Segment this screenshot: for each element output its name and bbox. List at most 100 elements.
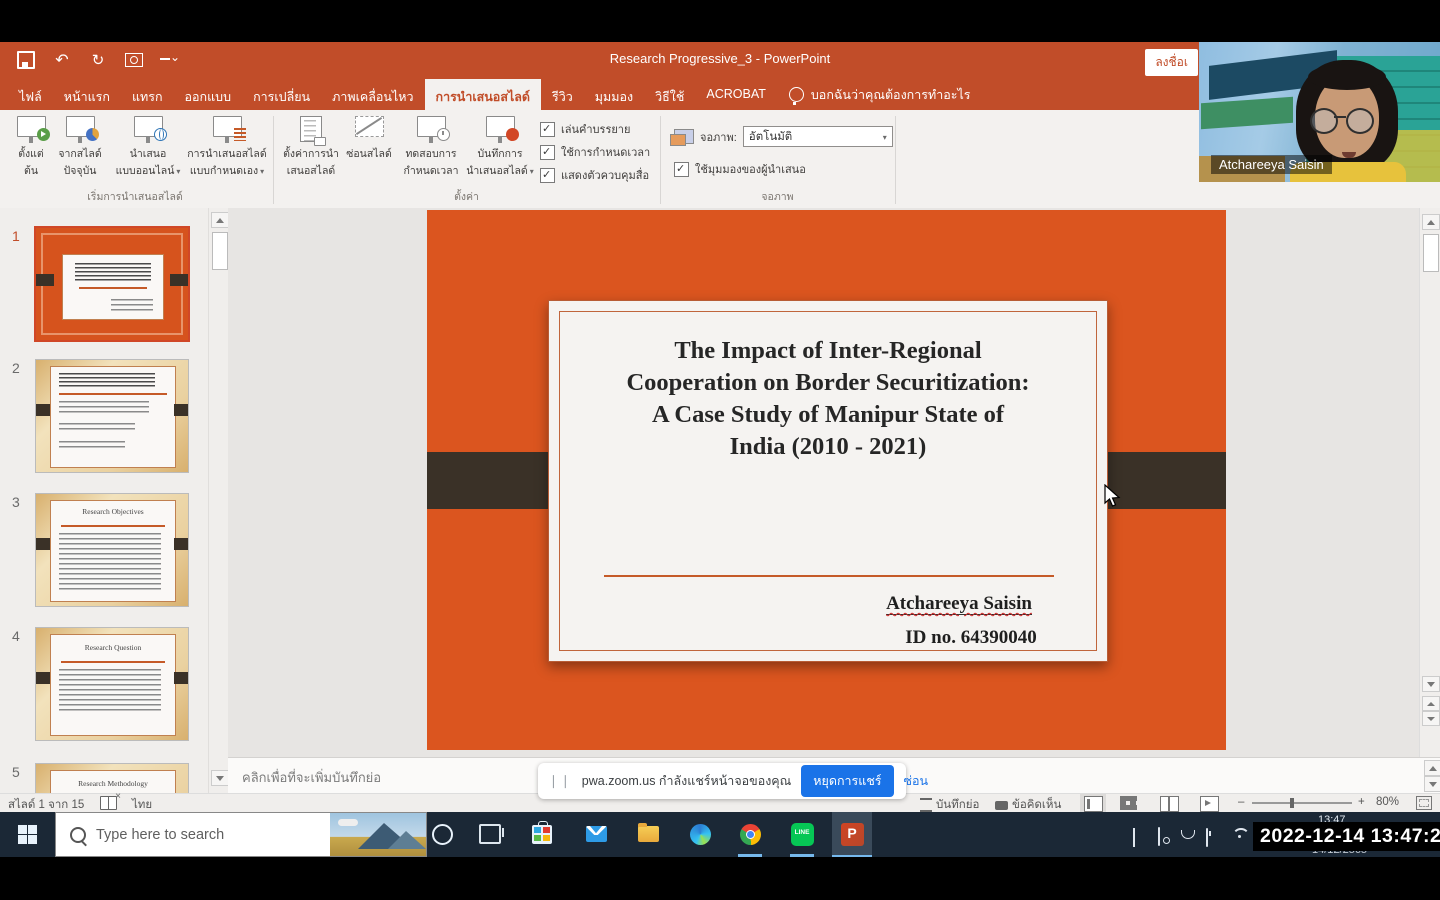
reading-view-button[interactable]	[1160, 796, 1179, 812]
tab-insert[interactable]: แทรก	[121, 79, 174, 110]
line-app-icon[interactable]	[788, 820, 816, 848]
presenter-view-checkbox[interactable]: ใช้มุมมองของผู้นำเสนอ	[674, 160, 806, 178]
hide-slide-button[interactable]: ซ่อนสไลด์	[344, 116, 394, 161]
microsoft-store-icon[interactable]	[528, 820, 556, 848]
custom-show-list-icon	[213, 116, 242, 137]
checkbox-checked-icon	[540, 122, 555, 137]
slide-thumbnail-3[interactable]: Research Objectives	[36, 494, 188, 606]
notes-placeholder[interactable]: คลิกเพื่อที่จะเพิ่มบันทึกย่อ	[242, 767, 381, 788]
group-label-setup: ตั้งค่า	[273, 188, 660, 205]
tab-animations[interactable]: ภาพเคลื่อนไหว	[321, 79, 424, 110]
slide-sorter-view-button[interactable]	[1120, 796, 1137, 810]
zoom-slider[interactable]	[1252, 802, 1352, 804]
chrome-icon[interactable]	[736, 820, 764, 848]
show-media-controls-checkbox[interactable]: แสดงตัวควบคุมสื่อ	[540, 166, 649, 184]
scroll-up-arrow[interactable]	[1422, 214, 1440, 230]
present-online-button[interactable]: นำเสนอ แบบออนไลน์	[112, 116, 184, 178]
zoom-in-button[interactable]	[1358, 796, 1365, 808]
tab-file[interactable]: ไฟล์	[8, 79, 53, 110]
sign-in-button[interactable]: ลงชื่อเ	[1145, 49, 1198, 76]
start-button[interactable]	[18, 825, 37, 844]
webcam-video-overlay[interactable]: Atchareeya Saisin	[1199, 42, 1440, 182]
from-current-slide-button[interactable]: จากสไลด์ ปัจจุบัน	[54, 116, 106, 177]
battery-icon[interactable]	[1206, 829, 1208, 847]
tab-transitions[interactable]: การเปลี่ยน	[242, 79, 321, 110]
scroll-down-arrow[interactable]	[211, 770, 229, 786]
slide-thumbnail-panel: 1 2 3 Research Objecti	[0, 208, 229, 793]
task-view-button[interactable]	[476, 820, 504, 848]
scrollbar-thumb[interactable]	[1423, 234, 1439, 272]
hide-slide-icon	[355, 116, 384, 137]
monitor-row: จอภาพ: อัตโนมัติ	[674, 126, 893, 147]
rehearse-timings-button[interactable]: ทดสอบการ กำหนดเวลา	[400, 116, 462, 177]
proofing-icon[interactable]	[100, 796, 117, 810]
scroll-up-arrow[interactable]	[1424, 760, 1440, 776]
editor-scrollbar[interactable]: ^	[1419, 208, 1440, 757]
zoom-out-button[interactable]	[1238, 796, 1244, 808]
slideshow-play-icon	[17, 116, 46, 137]
tray-expand-chevron-icon[interactable]	[1133, 830, 1135, 848]
slide-thumbnail-1[interactable]	[36, 228, 188, 340]
scroll-up-arrow[interactable]	[211, 212, 229, 228]
hide-share-bar-link[interactable]: ซ่อน	[904, 771, 929, 791]
powerpoint-icon[interactable]	[838, 820, 866, 848]
fit-slide-to-window-button[interactable]	[1416, 796, 1432, 810]
monitor-label: จอภาพ:	[700, 128, 737, 146]
monitor-dropdown[interactable]: อัตโนมัติ	[743, 126, 893, 147]
thumbnail-number: 4	[12, 628, 20, 644]
tab-home[interactable]: หน้าแรก	[53, 79, 121, 110]
tab-slideshow-active[interactable]: การนำเสนอสไลด์	[425, 79, 542, 110]
file-explorer-icon[interactable]	[634, 820, 662, 848]
present-online-globe-icon	[134, 116, 163, 137]
scroll-down-arrow[interactable]	[1424, 776, 1440, 792]
scroll-down-arrow[interactable]	[1422, 676, 1440, 692]
cortana-button[interactable]	[428, 820, 456, 848]
mouse-cursor	[1103, 484, 1123, 513]
play-narrations-checkbox[interactable]: เล่นคำบรรยาย	[540, 120, 630, 138]
use-timings-checkbox[interactable]: ใช้การกำหนดเวลา	[540, 143, 650, 161]
slide-canvas[interactable]: The Impact of Inter-Regional Cooperation…	[427, 210, 1226, 750]
thumbnail-number: 5	[12, 764, 20, 780]
tab-acrobat[interactable]: ACROBAT	[695, 79, 777, 110]
tell-me-box[interactable]: บอกฉันว่าคุณต้องการทำอะไร	[777, 79, 983, 110]
stop-sharing-button[interactable]: หยุดการแชร์	[801, 765, 893, 797]
edge-icon[interactable]	[686, 820, 714, 848]
thumbnail-number: 3	[12, 494, 20, 510]
taskbar-search-input[interactable]: Type here to search	[55, 812, 427, 857]
slide-content-box[interactable]: The Impact of Inter-Regional Cooperation…	[548, 300, 1108, 662]
decorative-bar	[170, 274, 188, 286]
setup-slideshow-button[interactable]: ตั้งค่าการนำ เสนอสไลด์	[280, 116, 342, 177]
slideshow-view-button[interactable]	[1200, 796, 1219, 812]
previous-slide-button[interactable]	[1422, 696, 1440, 711]
cast-screen-icon[interactable]	[1158, 828, 1160, 846]
comment-icon	[995, 801, 1008, 810]
normal-view-button[interactable]	[1080, 794, 1106, 813]
notes-icon	[920, 798, 932, 812]
slide-editor-area: The Impact of Inter-Regional Cooperation…	[228, 208, 1440, 757]
weather-widget[interactable]	[330, 813, 426, 856]
tab-review[interactable]: รีวิว	[541, 79, 584, 110]
record-slideshow-button[interactable]: บันทึกการ นำเสนอสไลด์	[464, 116, 536, 178]
thumbnail-number: 1	[12, 228, 20, 244]
scrollbar-thumb[interactable]	[212, 232, 228, 270]
next-slide-button[interactable]	[1422, 711, 1440, 726]
tab-design[interactable]: ออกแบบ	[174, 79, 243, 110]
monitor-icon	[674, 129, 694, 144]
drag-handle-icon[interactable]	[548, 772, 572, 790]
checkbox-checked-icon	[674, 162, 689, 177]
zoom-percentage[interactable]: 80%	[1376, 796, 1399, 808]
chrome-running-indicator	[738, 854, 762, 857]
slide-thumbnail-2[interactable]	[36, 360, 188, 472]
slide-thumbnail-5[interactable]: Research Methodology	[36, 764, 188, 793]
tab-help[interactable]: วิธีใช้	[644, 79, 695, 110]
tab-view[interactable]: มุมมอง	[584, 79, 644, 110]
record-dot-icon	[486, 116, 515, 137]
from-beginning-button[interactable]: ตั้งแต่ ต้น	[10, 116, 52, 177]
tell-me-label: บอกฉันว่าคุณต้องการทำอะไร	[811, 85, 971, 105]
custom-slideshow-button[interactable]: การนำเสนอสไลด์ แบบกำหนดเอง	[184, 116, 270, 178]
group-divider	[895, 116, 896, 204]
notes-scrollbar[interactable]	[1422, 760, 1438, 790]
thumbnail-scrollbar[interactable]	[208, 208, 228, 793]
slide-thumbnail-4[interactable]: Research Question	[36, 628, 188, 740]
mail-icon[interactable]	[582, 820, 610, 848]
